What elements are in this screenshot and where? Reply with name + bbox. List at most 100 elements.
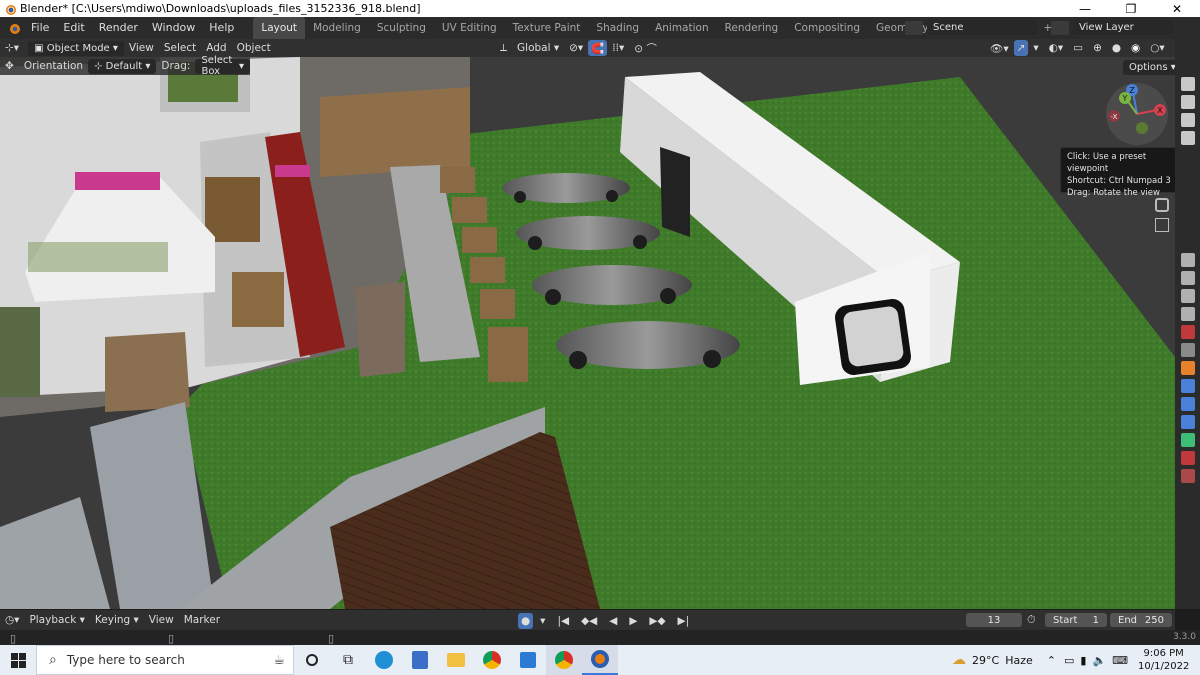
next-keyframe-icon[interactable]: ▶◆: [644, 613, 670, 629]
snap-icon[interactable]: 🧲: [588, 40, 608, 56]
gizmo-icon[interactable]: ↗: [1013, 40, 1029, 56]
menu-help[interactable]: Help: [202, 17, 241, 39]
editor-type-icon[interactable]: ⊹▾: [0, 40, 24, 56]
tab-layout[interactable]: Layout: [253, 17, 306, 39]
play-icon[interactable]: ▶: [624, 613, 642, 629]
close-button[interactable]: ✕: [1154, 0, 1200, 17]
tab-rendering[interactable]: Rendering: [717, 17, 787, 39]
pivot-icon[interactable]: ⊘▾: [564, 40, 588, 56]
particles-properties-icon[interactable]: [1180, 397, 1195, 411]
shading-wireframe-icon[interactable]: ⊕: [1088, 40, 1107, 56]
tab-animation[interactable]: Animation: [647, 17, 717, 39]
shading-solid-icon[interactable]: ●: [1107, 40, 1126, 56]
toggle-projection-icon[interactable]: [1155, 218, 1169, 232]
tool-properties-icon[interactable]: [1180, 253, 1195, 267]
menu-object[interactable]: Object: [232, 40, 276, 56]
shading-rendered-icon[interactable]: ○▾: [1145, 40, 1169, 56]
scene-properties-icon[interactable]: [1180, 325, 1195, 339]
visibility-icon[interactable]: 👁▾: [985, 40, 1014, 56]
drag-selector[interactable]: Select Box ▾: [195, 55, 250, 77]
gizmo-dropdown-icon[interactable]: ▾: [1028, 40, 1043, 56]
view-layer-selector[interactable]: View Layer: [1073, 20, 1173, 35]
texture-properties-icon[interactable]: [1180, 469, 1195, 483]
cortana-icon[interactable]: [294, 645, 330, 675]
battery-icon[interactable]: ▮: [1080, 654, 1086, 667]
record-options-icon[interactable]: ▾: [535, 613, 550, 629]
scene-selector[interactable]: Scene: [927, 20, 1037, 35]
network-icon[interactable]: ▭: [1064, 654, 1074, 667]
record-icon[interactable]: ●: [518, 613, 534, 629]
weather-condition[interactable]: Haze: [1005, 654, 1033, 667]
volume-icon[interactable]: 🔈: [1092, 654, 1106, 667]
menu-file[interactable]: File: [24, 17, 56, 39]
tab-modeling[interactable]: Modeling: [305, 17, 369, 39]
edge-icon[interactable]: [366, 645, 402, 675]
menu-add[interactable]: Add: [201, 40, 231, 56]
taskbar-search-input[interactable]: ⌕ Type here to search ☕: [36, 645, 294, 675]
menu-view[interactable]: View: [124, 40, 159, 56]
blender-taskbar-icon[interactable]: [582, 645, 618, 675]
move-icon[interactable]: ✥: [0, 58, 19, 74]
world-properties-icon[interactable]: [1180, 343, 1195, 357]
modifier-properties-icon[interactable]: [1180, 379, 1195, 393]
menu-edit[interactable]: Edit: [56, 17, 91, 39]
scene-icon[interactable]: [905, 20, 923, 35]
menu-select[interactable]: Select: [159, 40, 201, 56]
jump-start-icon[interactable]: |◀: [552, 613, 574, 629]
visibility-toggle-icon[interactable]: [1180, 131, 1195, 145]
xray-icon[interactable]: ▭: [1068, 40, 1088, 56]
mode-selector[interactable]: ▣ Object Mode ▾: [28, 40, 124, 56]
proportional-edit-icon[interactable]: ⊙ ⌒: [629, 40, 662, 56]
tab-uv-editing[interactable]: UV Editing: [434, 17, 505, 39]
view-layer-icon[interactable]: [1051, 20, 1069, 35]
clock[interactable]: 9:06 PM 10/1/2022: [1138, 647, 1189, 673]
render-properties-icon[interactable]: [1180, 271, 1195, 285]
physics-properties-icon[interactable]: [1180, 415, 1195, 429]
menu-render[interactable]: Render: [92, 17, 145, 39]
weather-temp[interactable]: 29°C: [972, 654, 999, 667]
start-frame-field[interactable]: Start 1: [1045, 613, 1107, 627]
notepad-icon[interactable]: [402, 645, 438, 675]
visibility-toggle-icon[interactable]: [1180, 77, 1195, 91]
transform-orientation-selector[interactable]: Global ▾: [512, 40, 564, 56]
output-properties-icon[interactable]: [1180, 289, 1195, 303]
language-icon[interactable]: ⌨: [1112, 654, 1128, 667]
data-properties-icon[interactable]: [1180, 433, 1195, 447]
snap-target-icon[interactable]: ⁞⁞▾: [607, 40, 629, 56]
visibility-toggle-icon[interactable]: [1180, 113, 1195, 127]
tab-sculpting[interactable]: Sculpting: [369, 17, 434, 39]
windows-start-button[interactable]: [0, 645, 36, 675]
material-properties-icon[interactable]: [1180, 451, 1195, 465]
object-properties-icon[interactable]: [1180, 361, 1195, 375]
menu-timeline-view[interactable]: View: [144, 612, 179, 628]
chrome-icon[interactable]: [474, 645, 510, 675]
overlay-icon[interactable]: ◐▾: [1044, 40, 1068, 56]
chrome-active-icon[interactable]: [546, 645, 582, 675]
minimize-button[interactable]: —: [1062, 0, 1108, 17]
timeline-editor-icon[interactable]: ◷▾: [0, 612, 24, 628]
camera-view-icon[interactable]: [1155, 198, 1169, 212]
viewport-3d[interactable]: X Z Y -X Options ▾: [0, 57, 1175, 609]
stopwatch-icon[interactable]: ⏱: [1027, 613, 1036, 627]
store-icon[interactable]: [510, 645, 546, 675]
blender-menu-icon[interactable]: [6, 21, 22, 35]
menu-window[interactable]: Window: [145, 17, 202, 39]
play-reverse-icon[interactable]: ◀: [604, 613, 622, 629]
show-hidden-icons-icon[interactable]: ⌃: [1047, 654, 1056, 667]
file-explorer-icon[interactable]: [438, 645, 474, 675]
tab-texture-paint[interactable]: Texture Paint: [505, 17, 589, 39]
maximize-button[interactable]: ❐: [1108, 0, 1154, 17]
orientation-selector[interactable]: ⊹ Default ▾: [88, 58, 157, 74]
tab-shading[interactable]: Shading: [588, 17, 647, 39]
end-frame-field[interactable]: End 250: [1110, 613, 1172, 627]
jump-end-icon[interactable]: ▶|: [673, 613, 695, 629]
view-layer-properties-icon[interactable]: [1180, 307, 1195, 321]
shading-material-icon[interactable]: ◉: [1126, 40, 1145, 56]
transform-orientation-icon[interactable]: ⟂: [495, 40, 512, 56]
menu-marker[interactable]: Marker: [179, 612, 225, 628]
current-frame-field[interactable]: 13: [966, 613, 1022, 627]
menu-playback[interactable]: Playback ▾: [24, 612, 89, 628]
menu-keying[interactable]: Keying ▾: [90, 612, 144, 628]
prev-keyframe-icon[interactable]: ◆◀: [576, 613, 602, 629]
tab-compositing[interactable]: Compositing: [786, 17, 868, 39]
